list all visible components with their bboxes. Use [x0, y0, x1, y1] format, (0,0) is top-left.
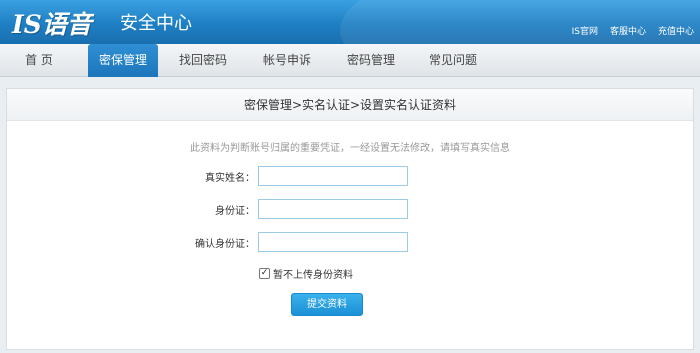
tab-home[interactable]: 首 页	[6, 44, 72, 77]
header-title: 安全中心	[120, 13, 192, 34]
skip-upload-option[interactable]: ✓ 暂不上传身份资料	[259, 266, 353, 281]
notice-text: 此资料为判断账号归属的重要凭证，一经设置无法修改，请填写真实信息	[190, 143, 510, 154]
confirm-id-card-label: 确认身份证：	[195, 239, 255, 250]
confirm-id-card-input[interactable]	[258, 232, 408, 252]
tab-faq[interactable]: 常见问题	[418, 44, 488, 77]
tab-recover-password[interactable]: 找回密码	[168, 44, 238, 77]
tab-security-management[interactable]: 密保管理	[88, 44, 158, 77]
breadcrumb: 密保管理>实名认证>设置实名认证资料	[7, 89, 693, 121]
site-header: IS语音 安全中心 IS官网 客服中心 充值中心	[0, 0, 700, 44]
header-decoration	[340, 0, 700, 44]
real-name-input[interactable]	[258, 166, 408, 186]
form-row-real-name: 真实姓名：	[7, 166, 693, 186]
link-service-center[interactable]: 客服中心	[610, 24, 646, 37]
form-row-confirm-id-card: 确认身份证：	[7, 232, 693, 252]
form-row-id-card: 身份证：	[7, 199, 693, 219]
skip-upload-checkbox[interactable]: ✓	[259, 268, 270, 279]
real-name-label: 真实姓名：	[205, 173, 255, 184]
content-panel: 密保管理>实名认证>设置实名认证资料 此资料为判断账号归属的重要凭证，一经设置无…	[6, 88, 694, 350]
tab-account-appeal[interactable]: 帐号申诉	[252, 44, 322, 77]
top-links: IS官网 客服中心 充值中心	[572, 24, 694, 37]
main-nav: 首 页 密保管理 找回密码 帐号申诉 密码管理 常见问题	[0, 44, 700, 77]
id-card-input[interactable]	[258, 199, 408, 219]
link-official-site[interactable]: IS官网	[572, 24, 598, 37]
logo[interactable]: IS语音	[12, 5, 92, 41]
tab-password-management[interactable]: 密码管理	[336, 44, 406, 77]
id-card-label: 身份证：	[215, 206, 255, 217]
submit-button[interactable]: 提交资料	[291, 293, 363, 316]
skip-upload-label: 暂不上传身份资料	[273, 270, 353, 281]
link-recharge-center[interactable]: 充值中心	[658, 24, 694, 37]
